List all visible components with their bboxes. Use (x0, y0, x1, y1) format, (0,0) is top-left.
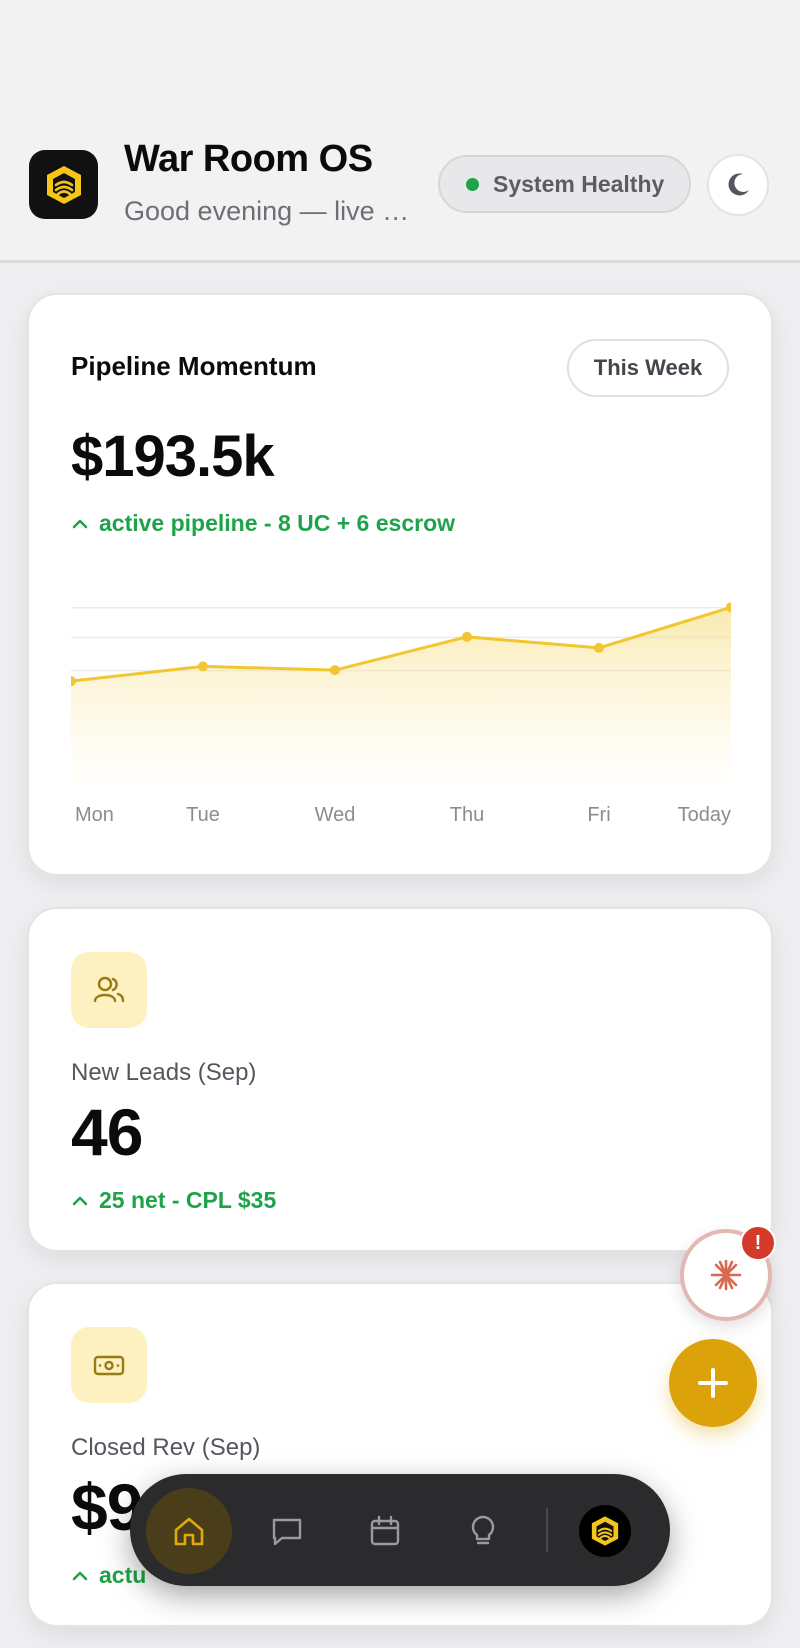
kpi-trend: 25 net - CPL $35 (71, 1187, 276, 1214)
logo-mark-icon (591, 1516, 619, 1546)
users-icon (93, 976, 125, 1003)
brand-logo-icon (579, 1505, 631, 1557)
money-icon-tile (71, 1327, 147, 1403)
nav-brand-button[interactable] (562, 1488, 648, 1574)
nav-home-button[interactable] (146, 1488, 232, 1574)
chart-point-wed[interactable] (330, 665, 340, 676)
chevron-up-icon (72, 519, 88, 528)
trend-text: 25 net - CPL $35 (99, 1187, 277, 1213)
x-tick-label: Tue (186, 804, 220, 826)
trend-text: actu (99, 1562, 147, 1588)
bottom-nav-bar (130, 1474, 670, 1586)
sparkle-burst-icon (710, 1259, 742, 1291)
nav-insights-button[interactable] (440, 1488, 526, 1574)
new-leads-card[interactable]: New Leads (Sep) 46 25 net - CPL $35 (27, 907, 773, 1252)
kpi-trend: actu (71, 1562, 146, 1589)
chart-point-fri[interactable] (594, 642, 604, 653)
app-header: War Room OS Good evening — live dashboar… (0, 0, 800, 263)
banknote-icon (93, 1355, 125, 1376)
kpi-value: 46 (71, 1095, 143, 1169)
add-button[interactable] (669, 1339, 757, 1427)
plus-icon (698, 1368, 728, 1398)
x-tick-label: Thu (450, 804, 484, 826)
nav-messages-button[interactable] (244, 1488, 330, 1574)
x-tick-label: Wed (315, 804, 356, 826)
kpi-label: Closed Rev (Sep) (71, 1434, 261, 1461)
theme-toggle-button[interactable] (707, 154, 769, 216)
trend-text: active pipeline - 8 UC + 6 escrow (99, 510, 456, 536)
users-icon-tile (71, 952, 147, 1028)
kpi-label: New Leads (Sep) (71, 1059, 257, 1086)
chart-point-thu[interactable] (462, 631, 472, 642)
chevron-up-icon (72, 1571, 88, 1580)
x-tick-label: Mon (75, 804, 114, 826)
pipeline-momentum-card: Pipeline Momentum This Week $193.5k acti… (27, 293, 773, 876)
x-tick-label: Today (678, 804, 731, 826)
calendar-icon (370, 1515, 400, 1546)
chart-area-fill (71, 607, 731, 785)
x-tick-label: Fri (587, 804, 610, 826)
app-logo[interactable] (29, 150, 98, 219)
lightbulb-icon (471, 1515, 495, 1545)
logo-mark-icon (46, 165, 81, 204)
chat-icon (272, 1518, 302, 1546)
pipeline-value: $193.5k (71, 424, 275, 489)
nav-divider (546, 1508, 548, 1552)
pipeline-chart: Mon Tue Wed Thu Fri Today (71, 602, 731, 826)
chart-point-tue[interactable] (198, 661, 208, 672)
home-icon (174, 1517, 204, 1546)
moon-icon (728, 173, 749, 196)
app-title: War Room OS (124, 138, 373, 180)
system-status-badge[interactable]: System Healthy (438, 155, 691, 213)
pipeline-trend: active pipeline - 8 UC + 6 escrow (71, 510, 455, 537)
chevron-up-icon (72, 1196, 88, 1205)
card-title: Pipeline Momentum (71, 351, 317, 381)
status-dot-icon (466, 177, 479, 191)
time-range-button[interactable]: This Week (567, 339, 729, 397)
alert-badge: ! (740, 1225, 776, 1261)
greeting-text: Good evening — live dashboard (124, 196, 424, 226)
nav-calendar-button[interactable] (342, 1488, 428, 1574)
status-text: System Healthy (493, 170, 665, 197)
